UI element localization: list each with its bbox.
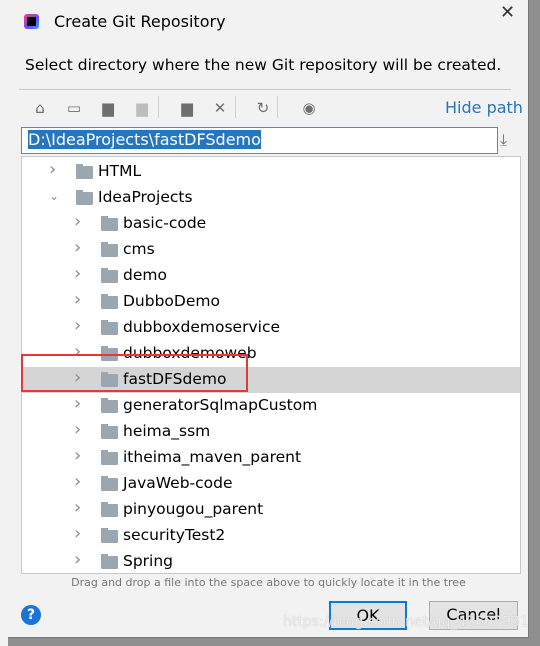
tree-item[interactable]: › DubboDemo xyxy=(22,289,520,315)
watermark: https://blog.csdn.net/qq_43603931 xyxy=(283,614,529,630)
tree-item-label: demo xyxy=(123,266,167,284)
dialog-title: Create Git Repository xyxy=(54,12,226,31)
tree-item-label: securityTest2 xyxy=(123,526,226,544)
tree-item-label: itheima_maven_parent xyxy=(123,448,302,466)
folder-icon xyxy=(101,528,118,543)
tree-item-label: pinyougou_parent xyxy=(123,500,264,518)
tree-item-label: Spring xyxy=(123,552,174,570)
hide-path-link[interactable]: Hide path xyxy=(445,98,523,117)
chevron-right-icon[interactable]: › xyxy=(74,497,81,518)
tree-item[interactable]: › generatorSqlmapCustom xyxy=(22,393,520,419)
dialog-description: Select directory where the new Git repos… xyxy=(25,56,502,74)
folder-icon xyxy=(101,294,118,309)
tree-item[interactable]: › basic-code xyxy=(22,211,520,237)
chevron-right-icon[interactable]: › xyxy=(49,159,56,180)
new-folder-icon[interactable]: ▆ xyxy=(177,98,197,118)
tree-item[interactable]: › demo xyxy=(22,263,520,289)
folder-icon xyxy=(101,398,118,413)
tree-item-label: IdeaProjects xyxy=(98,188,193,206)
tree-item[interactable]: ⌄ IdeaProjects xyxy=(22,185,520,211)
chevron-right-icon[interactable]: › xyxy=(74,263,81,284)
chevron-right-icon[interactable]: › xyxy=(74,523,81,544)
create-git-repository-dialog: Create Git Repository ✕ Select directory… xyxy=(8,0,529,638)
folder-icon xyxy=(101,242,118,257)
chevron-right-icon[interactable]: › xyxy=(74,237,81,258)
project-folder-icon[interactable]: ▆ xyxy=(98,98,118,118)
close-icon[interactable]: ✕ xyxy=(500,2,515,23)
folder-icon xyxy=(101,320,118,335)
chevron-right-icon[interactable]: › xyxy=(74,549,81,570)
refresh-icon[interactable]: ↻ xyxy=(253,98,273,118)
folder-icon xyxy=(76,164,93,179)
chevron-right-icon[interactable]: › xyxy=(74,289,81,310)
tree-item-label: cms xyxy=(123,240,155,258)
divider xyxy=(19,89,511,90)
chevron-right-icon[interactable]: › xyxy=(74,445,81,466)
tree-item[interactable]: › securityTest2 xyxy=(22,523,520,549)
chevron-down-icon[interactable]: ⌄ xyxy=(49,189,59,203)
path-input[interactable]: D:\IdeaProjects\fastDFSdemo xyxy=(21,127,498,154)
chevron-right-icon[interactable]: › xyxy=(74,315,81,336)
show-hidden-icon[interactable]: ◉ xyxy=(299,98,319,118)
folder-icon xyxy=(101,424,118,439)
download-icon[interactable]: ⤓ xyxy=(500,130,507,150)
tree-item-label: DubboDemo xyxy=(123,292,220,310)
tree-item[interactable]: › heima_ssm xyxy=(22,419,520,445)
folder-icon xyxy=(101,502,118,517)
toolbar-separator xyxy=(235,96,236,118)
folder-icon xyxy=(101,268,118,283)
tree-item-label: heima_ssm xyxy=(123,422,211,440)
highlight-box xyxy=(21,354,248,392)
scrollbar[interactable] xyxy=(520,227,521,269)
tree-item-label: basic-code xyxy=(123,214,207,232)
chevron-right-icon[interactable]: › xyxy=(74,471,81,492)
tree-item-label: dubboxdemoservice xyxy=(123,318,280,336)
intellij-app-icon xyxy=(24,14,39,29)
folder-icon xyxy=(101,216,118,231)
tree-item-label: JavaWeb-code xyxy=(123,474,233,492)
chevron-right-icon[interactable]: › xyxy=(74,393,81,414)
tree-item[interactable]: › itheima_maven_parent xyxy=(22,445,520,471)
tree-item-label: HTML xyxy=(98,162,142,180)
delete-icon[interactable]: ✕ xyxy=(210,98,230,118)
tree-item-label: generatorSqlmapCustom xyxy=(123,396,318,414)
chevron-right-icon[interactable]: › xyxy=(74,419,81,440)
folder-icon xyxy=(101,450,118,465)
tree-item[interactable]: › pinyougou_parent xyxy=(22,497,520,523)
folder-icon xyxy=(101,554,118,569)
help-icon[interactable]: ? xyxy=(21,605,41,625)
module-folder-icon[interactable]: ▆ xyxy=(132,98,152,118)
folder-icon xyxy=(101,476,118,491)
tree-item[interactable]: › cms xyxy=(22,237,520,263)
drag-drop-hint: Drag and drop a file into the space abov… xyxy=(71,576,466,589)
background-ide xyxy=(0,0,8,646)
desktop-icon[interactable]: ▭ xyxy=(64,98,84,118)
folder-icon xyxy=(76,190,93,205)
toolbar-separator xyxy=(277,96,278,118)
tree-item[interactable]: › dubboxdemoservice xyxy=(22,315,520,341)
chevron-right-icon[interactable]: › xyxy=(74,211,81,232)
toolbar-separator xyxy=(158,96,159,118)
path-value: D:\IdeaProjects\fastDFSdemo xyxy=(28,130,261,149)
tree-item[interactable]: › Spring xyxy=(22,549,520,573)
tree-item[interactable]: › HTML xyxy=(22,159,520,185)
tree-item[interactable]: › JavaWeb-code xyxy=(22,471,520,497)
home-icon[interactable]: ⌂ xyxy=(30,98,50,118)
